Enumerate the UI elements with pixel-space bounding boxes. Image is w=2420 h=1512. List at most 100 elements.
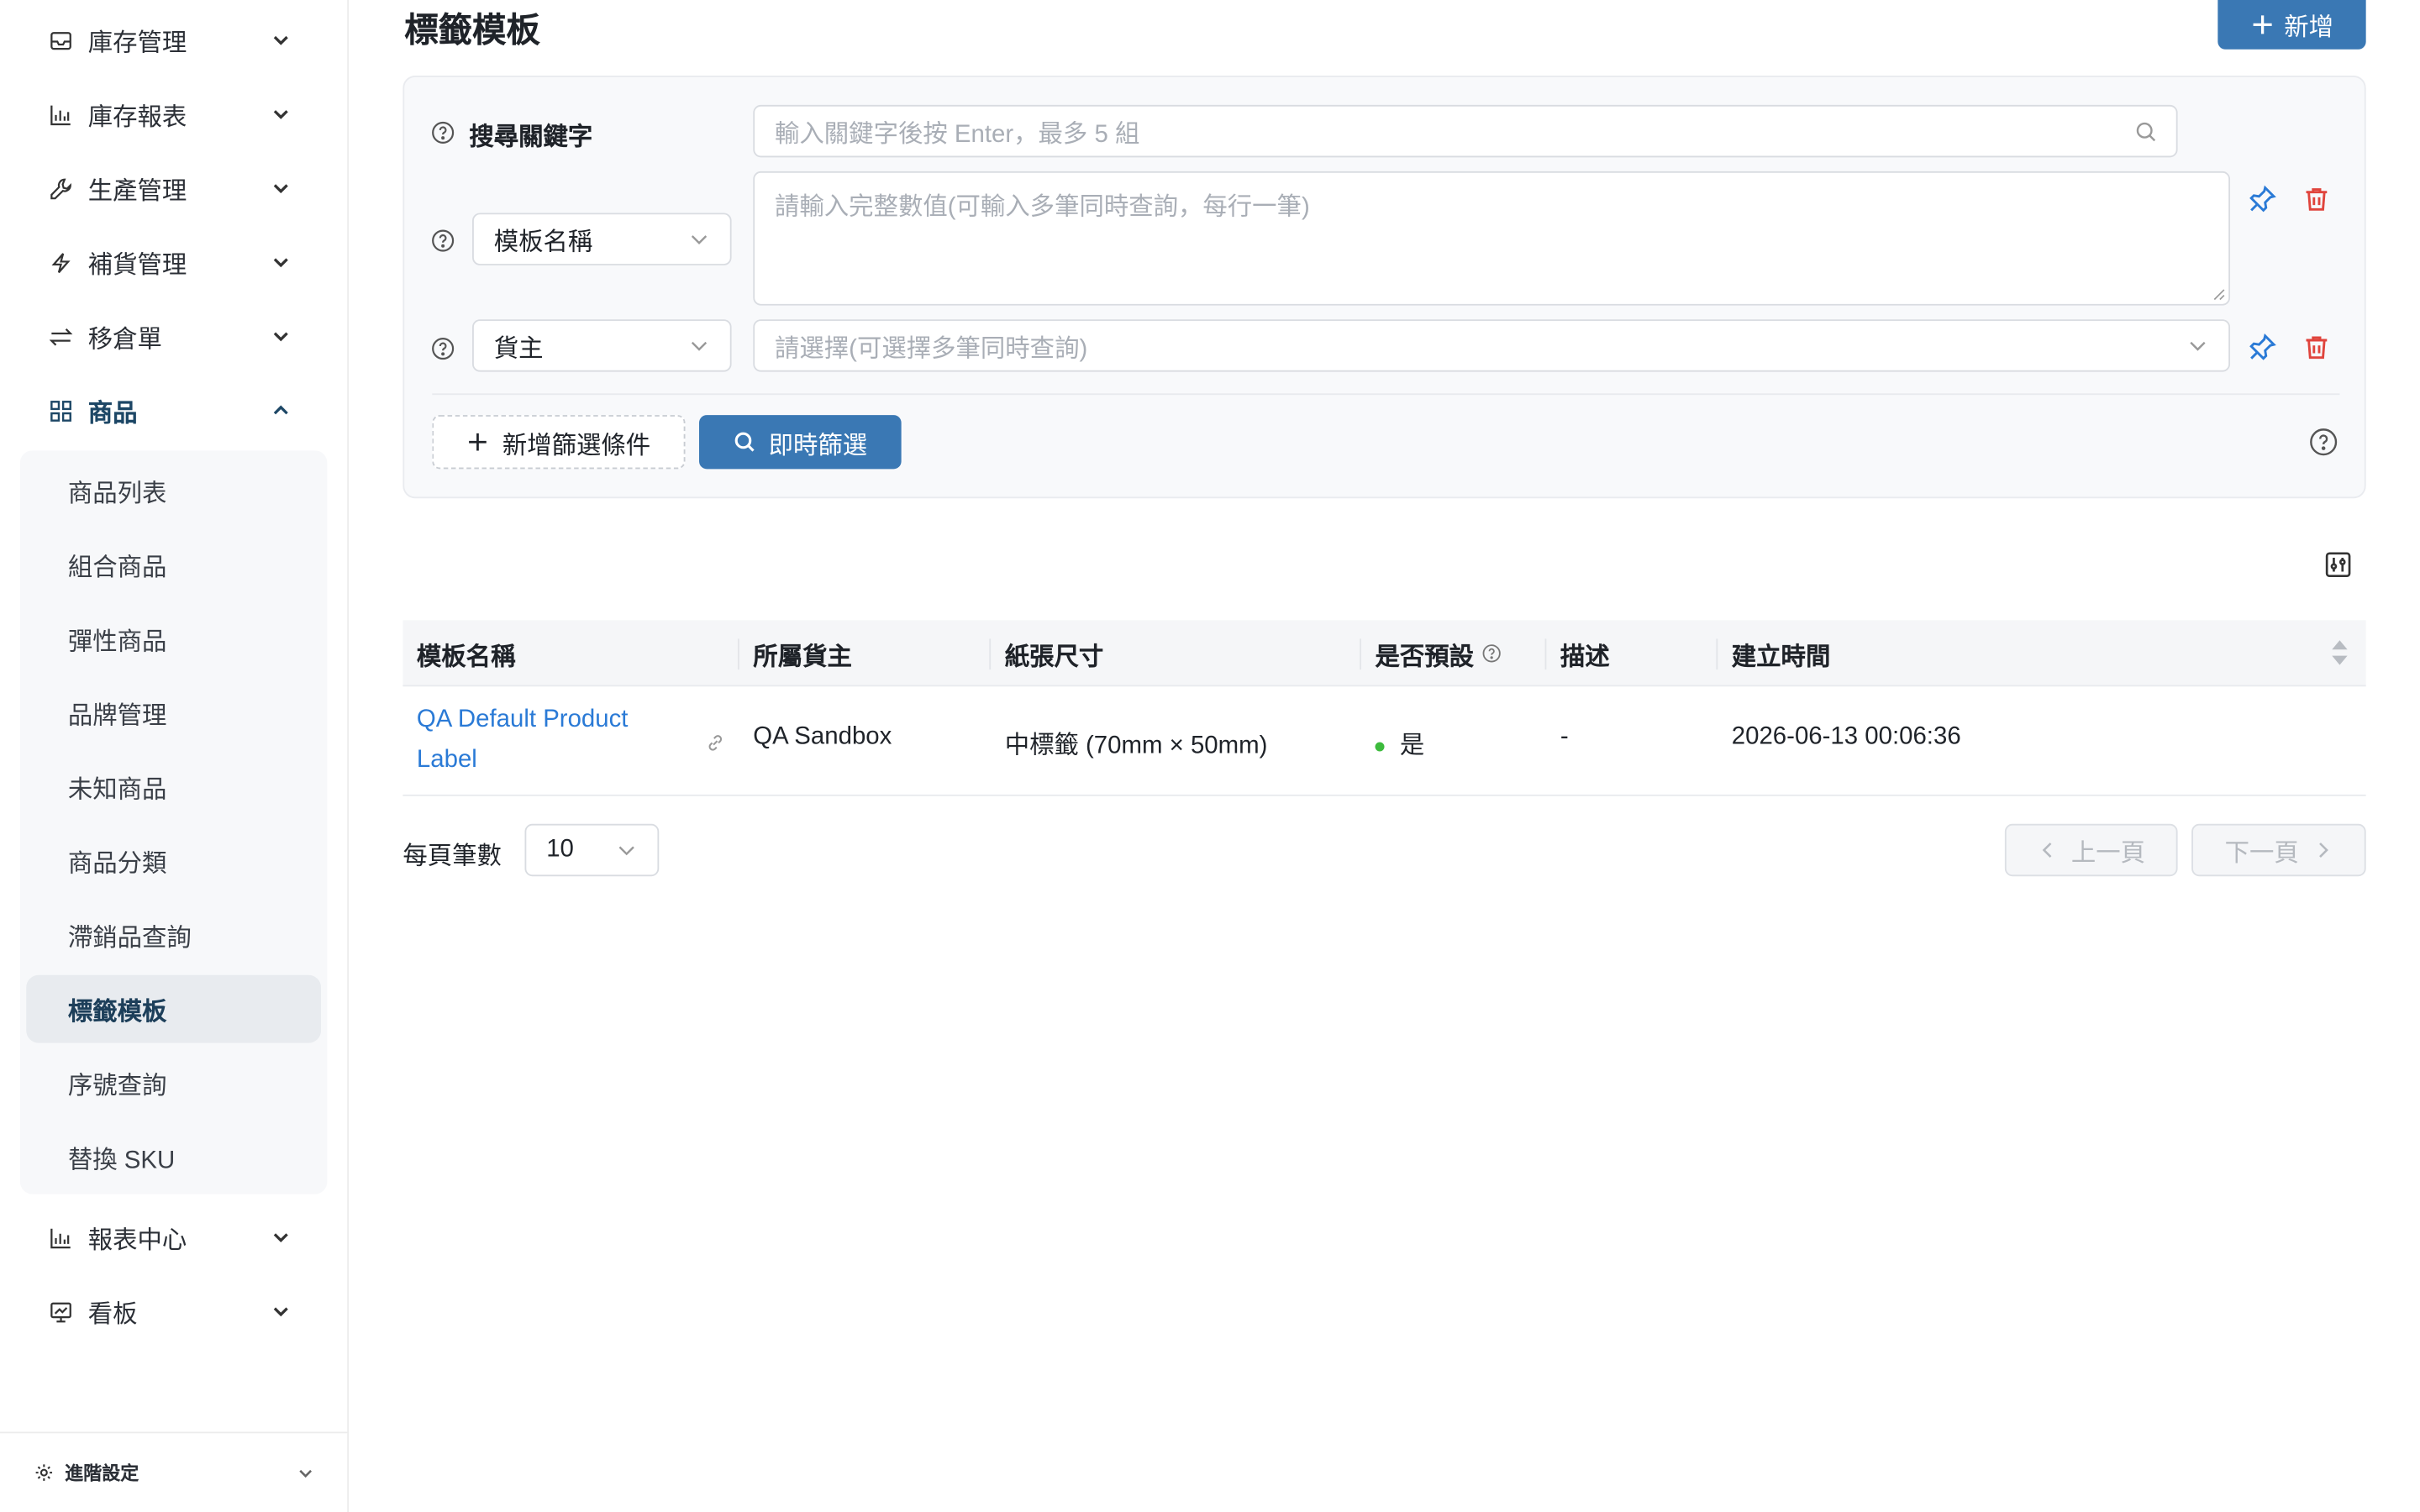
pin-icon[interactable]	[2249, 185, 2276, 213]
add-button[interactable]: 新增	[2217, 0, 2366, 50]
chevron-down-icon	[691, 235, 708, 244]
page-size-label: 每頁筆數	[402, 843, 502, 870]
is-default-value: 是	[1399, 732, 1425, 759]
chevron-down-icon	[2190, 341, 2206, 351]
template-name-placeholder: 請輸入完整數值(可輸入多筆同時查詢，每行一筆)	[775, 194, 1310, 221]
owner-select[interactable]: 請選擇(可選擇多筆同時查詢)	[753, 319, 2231, 372]
column-header-is-default[interactable]: 是否預設	[1375, 620, 1502, 686]
chevron-down-icon	[691, 341, 708, 351]
prev-page-button[interactable]: 上一頁	[2004, 823, 2178, 877]
dashboard-icon	[48, 1299, 74, 1325]
resize-handle-icon[interactable]	[2212, 287, 2226, 302]
sub-item-categories[interactable]: 商品分類	[26, 827, 321, 895]
sub-item-flexible-products[interactable]: 彈性商品	[26, 605, 321, 673]
field-select-template-name[interactable]: 模板名稱	[472, 213, 732, 265]
help-icon[interactable]	[430, 336, 455, 360]
created-at-cell: 2026-06-13 00:06:36	[1731, 723, 1961, 750]
column-header-label: 是否預設	[1375, 643, 1475, 671]
sort-icon[interactable]	[2329, 638, 2351, 669]
trash-icon[interactable]	[2302, 333, 2330, 361]
sidebar: 庫存管理 庫存報表 生產管理 補貨管理 移倉單 商品 商品列表 組合商品 彈性商…	[0, 0, 350, 1512]
field-select-value: 貨主	[493, 336, 544, 363]
column-header-description[interactable]: 描述	[1560, 620, 1610, 686]
sidebar-item-report-center[interactable]: 報表中心	[0, 1204, 349, 1272]
page-size-select[interactable]: 10	[524, 823, 660, 877]
column-divider	[1716, 638, 1718, 670]
advanced-settings[interactable]: 進階設定	[0, 1431, 350, 1512]
swap-icon	[48, 323, 74, 349]
sidebar-item-label: 補貨管理	[87, 253, 187, 280]
chevron-down-icon	[299, 1469, 313, 1478]
keyword-placeholder: 輸入關鍵字後按 Enter，最多 5 組	[775, 122, 1140, 149]
wrench-icon	[48, 175, 74, 201]
search-icon	[2136, 122, 2156, 142]
sidebar-item-production[interactable]: 生產管理	[0, 155, 349, 223]
status-dot	[1375, 742, 1385, 752]
field-select-value: 模板名稱	[493, 229, 593, 256]
sidebar-item-transfer[interactable]: 移倉單	[0, 302, 349, 370]
add-button-label: 新增	[2284, 15, 2334, 42]
help-icon[interactable]	[430, 228, 455, 253]
table-row: QA Default Product Label QA Sandbox 中標籤 …	[402, 686, 2366, 796]
sub-item-replace-sku[interactable]: 替換 SKU	[26, 1123, 321, 1191]
filter-divider	[432, 393, 2340, 396]
sub-item-brands[interactable]: 品牌管理	[26, 679, 321, 747]
sidebar-item-label: 商品	[87, 401, 138, 428]
chevron-down-icon	[273, 1307, 288, 1317]
column-header-created-at[interactable]: 建立時間	[1732, 620, 1831, 686]
plus-icon	[470, 433, 487, 451]
column-divider	[1544, 638, 1547, 670]
sidebar-item-inventory-report[interactable]: 庫存報表	[0, 81, 349, 149]
add-filter-button[interactable]: 新增篩選條件	[432, 415, 686, 470]
next-page-button[interactable]: 下一頁	[2191, 823, 2366, 877]
chevron-down-icon	[273, 110, 288, 119]
lightning-icon	[48, 249, 74, 276]
instant-filter-button[interactable]: 即時篩選	[699, 415, 902, 470]
sidebar-item-inventory[interactable]: 庫存管理	[0, 6, 349, 74]
pin-icon[interactable]	[2249, 333, 2276, 361]
paper-size-cell: 中標籤 (70mm × 50mm)	[1004, 732, 1268, 759]
column-header-paper-size[interactable]: 紙張尺寸	[1005, 620, 1104, 686]
sidebar-item-label: 報表中心	[87, 1228, 187, 1255]
table-header: 模板名稱 所屬貨主 紙張尺寸 是否預設 描述 建立時間	[402, 620, 2366, 687]
help-icon[interactable]	[2309, 428, 2338, 457]
chevron-down-icon	[273, 332, 288, 342]
template-name-textarea[interactable]: 請輸入完整數值(可輸入多筆同時查詢，每行一筆)	[753, 171, 2231, 306]
help-icon[interactable]	[1481, 643, 1502, 664]
keyword-search-input[interactable]: 輸入關鍵字後按 Enter，最多 5 組	[753, 104, 2178, 158]
instant-filter-label: 即時篩選	[768, 433, 868, 459]
template-name-link[interactable]: QA Default Product Label	[417, 701, 679, 781]
advanced-settings-label: 進階設定	[65, 1462, 139, 1484]
field-select-owner[interactable]: 貨主	[472, 319, 732, 372]
sidebar-item-label: 移倉單	[87, 327, 162, 354]
help-icon[interactable]	[430, 120, 455, 144]
chevron-down-icon	[273, 258, 288, 268]
column-settings-icon[interactable]	[2324, 551, 2352, 579]
sub-item-label-templates[interactable]: 標籤模板	[26, 974, 322, 1043]
sub-item-slow-moving[interactable]: 滯銷品查詢	[26, 901, 321, 969]
prev-page-label: 上一頁	[2070, 841, 2146, 868]
chevron-down-icon	[273, 1233, 288, 1243]
gear-icon	[34, 1462, 55, 1483]
column-divider	[737, 638, 739, 670]
column-header-owner[interactable]: 所屬貨主	[753, 620, 852, 686]
sub-item-serial-lookup[interactable]: 序號查詢	[26, 1049, 321, 1117]
chevron-left-icon	[2042, 843, 2052, 858]
sub-item-combo-products[interactable]: 組合商品	[26, 531, 321, 599]
is-default-cell: 是	[1375, 723, 1424, 760]
sidebar-item-replenishment[interactable]: 補貨管理	[0, 228, 349, 297]
sub-item-unknown-products[interactable]: 未知商品	[26, 753, 321, 821]
owner-placeholder: 請選擇(可選擇多筆同時查詢)	[775, 336, 1088, 363]
bar-chart-icon	[48, 101, 74, 127]
sidebar-item-label: 庫存管理	[87, 30, 187, 57]
column-header-template-name[interactable]: 模板名稱	[417, 620, 516, 686]
sidebar-item-label: 看板	[87, 1302, 138, 1329]
sidebar-item-products[interactable]: 商品	[0, 376, 349, 444]
products-submenu: 商品列表 組合商品 彈性商品 品牌管理 未知商品 商品分類 滯銷品查詢 標籤模板…	[19, 450, 328, 1194]
grid-icon	[48, 397, 74, 423]
trash-icon[interactable]	[2302, 185, 2330, 213]
sub-item-product-list[interactable]: 商品列表	[26, 457, 321, 525]
sidebar-item-dashboard[interactable]: 看板	[0, 1278, 349, 1346]
link-icon[interactable]	[705, 732, 725, 753]
chevron-down-icon	[618, 846, 634, 856]
